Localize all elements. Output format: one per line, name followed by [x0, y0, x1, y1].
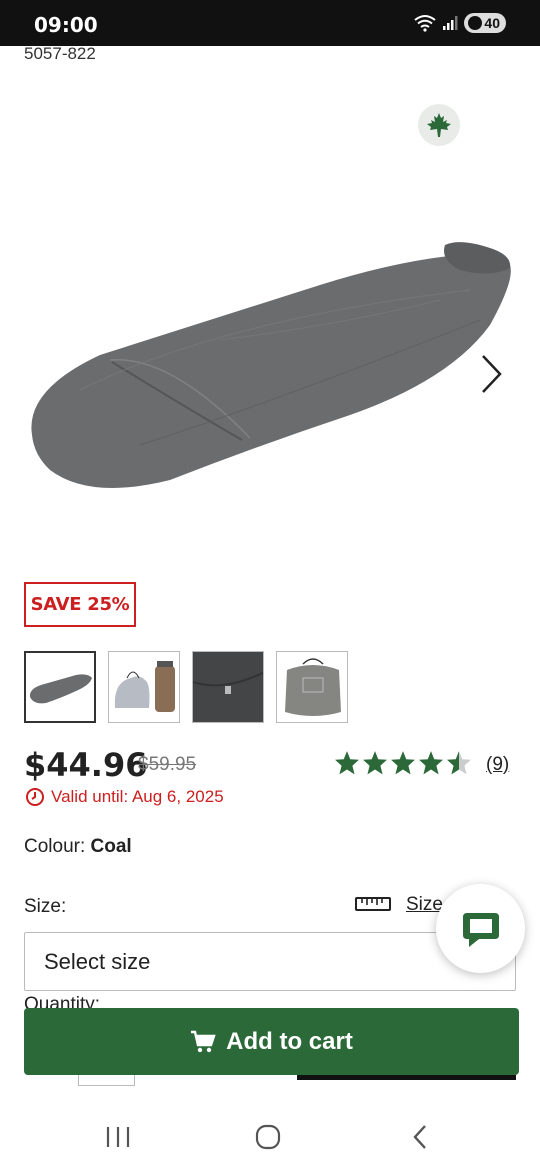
star-icon [363, 751, 387, 775]
product-sku: 5057-822 [24, 44, 96, 63]
current-price: $44.96 [24, 746, 148, 784]
save-badge: SAVE 25% [24, 582, 136, 627]
sale-validity: Valid until: Aug 6, 2025 [25, 787, 224, 807]
wifi-icon [414, 15, 437, 32]
colour-row: Colour: Coal [24, 836, 132, 858]
battery-saver-icon [468, 16, 483, 30]
battery-indicator: 40 [464, 13, 506, 33]
status-icons: 40 [414, 13, 506, 33]
valid-until-text: Valid until: Aug 6, 2025 [51, 787, 224, 806]
ruler-icon [355, 897, 391, 911]
star-icon [391, 751, 415, 775]
chat-button[interactable] [436, 884, 525, 973]
colour-value: Coal [90, 836, 132, 857]
status-time: 09:00 [34, 13, 98, 37]
star-rating [334, 750, 472, 776]
secondary-button-edge [297, 1075, 516, 1080]
status-bar: 09:00 40 [0, 0, 540, 46]
thumbnail-stuff-sack[interactable] [108, 651, 180, 723]
back-icon [413, 1125, 426, 1149]
back-button[interactable] [400, 1122, 440, 1152]
chat-icon [462, 912, 499, 947]
original-price: $59.95 [138, 754, 197, 775]
star-icon [419, 751, 443, 775]
size-select-value: Select size [44, 948, 151, 974]
recent-apps-icon [106, 1127, 130, 1147]
maple-leaf-icon [427, 113, 451, 137]
rating-count-link[interactable]: (9) [486, 754, 509, 776]
add-to-cart-label: Add to cart [226, 1027, 353, 1055]
product-hero-image [31, 242, 511, 488]
thumbnail-strip [24, 651, 348, 723]
canada-badge [418, 104, 460, 146]
home-button[interactable] [248, 1122, 288, 1152]
battery-level: 40 [484, 15, 500, 31]
thumbnail-detail[interactable] [192, 651, 264, 723]
system-nav-bar [0, 1100, 540, 1170]
add-to-cart-button[interactable]: Add to cart [24, 1008, 519, 1075]
colour-label: Colour: [24, 836, 86, 857]
size-label: Size: [24, 896, 67, 917]
home-icon [255, 1124, 281, 1150]
size-guide-link[interactable]: Size [406, 894, 443, 916]
recent-apps-button[interactable] [98, 1122, 138, 1152]
cart-icon [191, 1030, 216, 1052]
clock-icon [26, 788, 44, 806]
thumbnail-liner[interactable] [24, 651, 96, 723]
chevron-right-icon[interactable] [476, 352, 506, 396]
half-star-icon [447, 751, 471, 775]
signal-icon [443, 16, 458, 30]
thumbnail-package[interactable] [276, 651, 348, 723]
star-icon [335, 751, 359, 775]
